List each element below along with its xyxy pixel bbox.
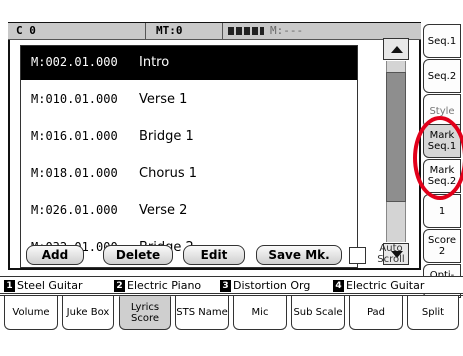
tab-score2[interactable]: Score 2 — [423, 229, 461, 263]
track-number: 1 — [4, 280, 15, 292]
status-divider — [145, 23, 146, 39]
scroll-thumb[interactable] — [386, 72, 406, 202]
tab-sts-name[interactable]: STS Name — [175, 296, 229, 330]
tab-juke-box[interactable]: Juke Box — [62, 296, 114, 330]
track-name: Steel Guitar — [17, 279, 83, 292]
marker-position: M:026.01.000 — [31, 203, 118, 217]
list-item[interactable]: M:026.01.000 Verse 2 — [21, 194, 357, 228]
marker-name: Intro — [139, 55, 170, 70]
highlight-ellipse — [413, 116, 463, 200]
track-label: 4 Electric Guitar — [333, 279, 424, 292]
tab-lyrics-score[interactable]: Lyrics Score — [119, 296, 171, 330]
mark-list-screen: C 0 MT:0 M:--- M:002.01.000 Intro M:010.… — [0, 0, 463, 356]
marker-position: M:018.01.000 — [31, 166, 118, 180]
marker-position: M:002.01.000 — [31, 55, 118, 69]
list-item[interactable]: M:018.01.000 Chorus 1 — [21, 157, 357, 191]
delete-button[interactable]: Delete — [103, 245, 173, 265]
track-label: 2 Electric Piano — [114, 279, 201, 292]
tab-seq2[interactable]: Seq.2 — [423, 59, 461, 93]
track-strip: 1 Steel Guitar 2 Electric Piano 3 Distortio… — [0, 276, 463, 294]
level-meter — [228, 27, 264, 35]
save-mark-button[interactable]: Save Mk. — [256, 245, 342, 265]
tab-split[interactable]: Split — [407, 296, 459, 330]
meter-value: M:--- — [270, 24, 304, 37]
tab-mic[interactable]: Mic — [233, 296, 287, 330]
marker-position: M:016.01.000 — [31, 129, 118, 143]
tab-pad[interactable]: Pad — [349, 296, 403, 330]
add-button[interactable]: Add — [26, 245, 84, 265]
channel-indicator: C 0 — [16, 24, 36, 37]
marker-position: M:010.01.000 — [31, 92, 118, 106]
edit-button[interactable]: Edit — [183, 245, 245, 265]
mt-indicator: MT:0 — [156, 24, 183, 37]
track-label: 3 Distortion Org — [220, 279, 310, 292]
track-number: 3 — [220, 280, 231, 292]
track-label: 1 Steel Guitar — [4, 279, 83, 292]
track-number: 2 — [114, 280, 125, 292]
track-name: Distortion Org — [233, 279, 311, 292]
auto-scroll-checkbox[interactable] — [349, 247, 366, 264]
status-divider — [222, 23, 223, 39]
auto-scroll-label: Auto Scroll — [377, 243, 405, 265]
list-scrollbar[interactable] — [380, 37, 410, 270]
status-bar: C 0 MT:0 M:--- — [8, 23, 421, 40]
marker-name: Bridge 1 — [139, 129, 194, 144]
list-item[interactable]: M:016.01.000 Bridge 1 — [21, 120, 357, 154]
marker-list: M:002.01.000 Intro M:010.01.000 Verse 1 … — [20, 45, 358, 268]
arrow-up-icon — [391, 46, 403, 53]
tab-volume[interactable]: Volume — [4, 296, 58, 330]
track-number: 4 — [333, 280, 344, 292]
marker-name: Verse 1 — [139, 92, 188, 107]
scroll-up-button[interactable] — [383, 38, 409, 60]
tab-sub-scale[interactable]: Sub Scale — [291, 296, 345, 330]
tab-seq1[interactable]: Seq.1 — [423, 24, 461, 58]
list-item[interactable]: M:010.01.000 Verse 1 — [21, 83, 357, 117]
track-name: Electric Guitar — [346, 279, 425, 292]
track-name: Electric Piano — [127, 279, 202, 292]
list-item[interactable]: M:002.01.000 Intro — [21, 46, 357, 80]
marker-name: Verse 2 — [139, 203, 188, 218]
marker-name: Chorus 1 — [139, 166, 198, 181]
